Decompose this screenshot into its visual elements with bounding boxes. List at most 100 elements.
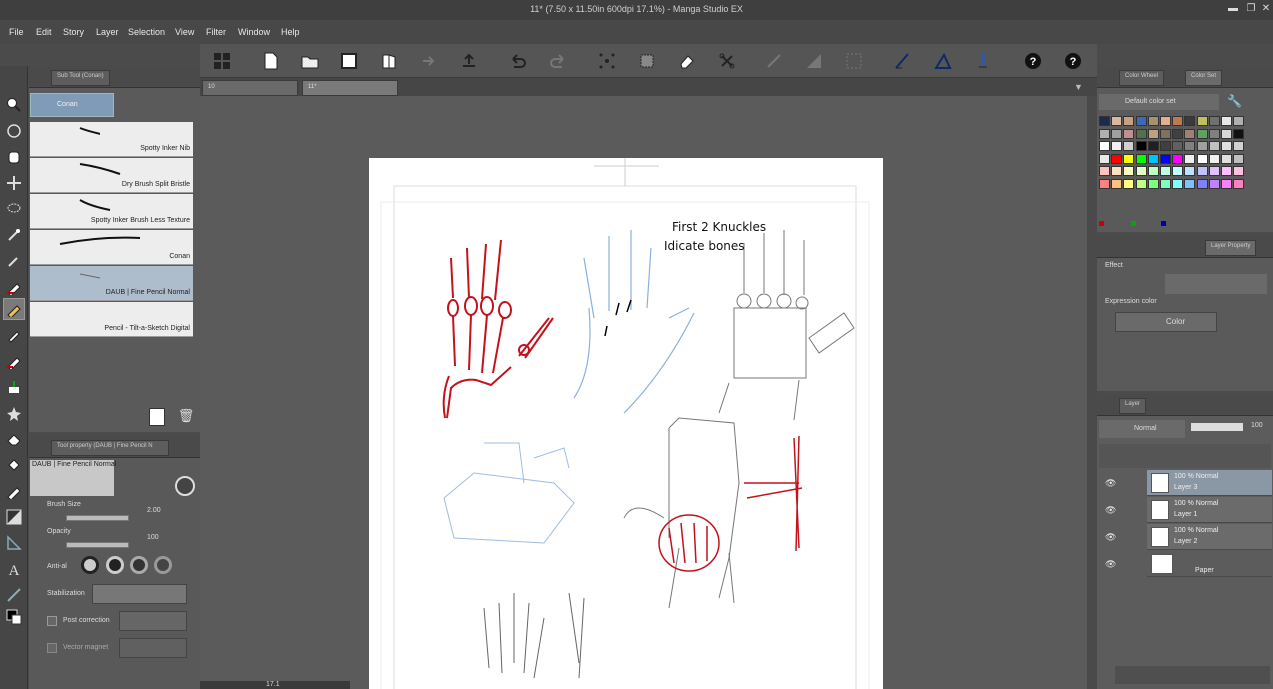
layer-opacity-slider[interactable]: [1191, 423, 1243, 431]
close-icon[interactable]: ✕: [1259, 3, 1273, 15]
minimize-icon[interactable]: ▬: [1226, 3, 1240, 15]
export-icon[interactable]: [418, 51, 440, 71]
selection-icon[interactable]: [636, 51, 658, 71]
menu-help[interactable]: Help: [281, 27, 300, 37]
color-swatch[interactable]: [1135, 166, 1147, 176]
color-swatch[interactable]: [1123, 128, 1135, 139]
magnify-icon[interactable]: [175, 476, 195, 496]
brush-item[interactable]: Spotty Inker Nib: [30, 122, 193, 157]
layer-tab[interactable]: Layer: [1119, 398, 1147, 414]
color-swatch[interactable]: [1221, 141, 1232, 151]
menu-layer[interactable]: Layer: [96, 27, 119, 37]
color-swatch[interactable]: [1208, 153, 1220, 164]
tabs-dropdown-icon[interactable]: ▼: [1074, 82, 1083, 92]
color-swatch[interactable]: [1147, 166, 1159, 176]
canvas-page[interactable]: First 2 Knuckles Idicate bones: [369, 158, 883, 689]
fill-pen-icon[interactable]: [3, 480, 25, 502]
color-swatch[interactable]: [1135, 153, 1147, 164]
maximize-icon[interactable]: ❐: [1244, 3, 1258, 15]
ruler-icon[interactable]: [892, 51, 914, 71]
import-icon[interactable]: [458, 51, 480, 71]
color-swatch[interactable]: [1221, 116, 1232, 126]
color-swatch[interactable]: [1172, 153, 1184, 164]
color-swatch[interactable]: [1208, 128, 1220, 139]
pen-tool-icon[interactable]: [3, 276, 25, 298]
color-swatch[interactable]: [1160, 178, 1171, 189]
color-swatch[interactable]: [1208, 178, 1220, 189]
hand-tool-icon[interactable]: [3, 146, 25, 168]
gradient-icon[interactable]: [3, 506, 25, 528]
menu-edit[interactable]: Edit: [36, 27, 52, 37]
color-swatch[interactable]: [1221, 128, 1232, 139]
info-help-icon[interactable]: ?: [1062, 51, 1084, 71]
eye-icon[interactable]: 👁: [1105, 532, 1117, 544]
antialias-strong[interactable]: [154, 556, 172, 574]
save-icon[interactable]: [338, 51, 360, 71]
doc-tab-active[interactable]: 11*: [302, 80, 398, 96]
color-swatch[interactable]: [1184, 178, 1196, 189]
lasso-tool-icon[interactable]: [3, 198, 25, 220]
opacity-slider[interactable]: [66, 542, 129, 548]
color-swatch[interactable]: [1147, 128, 1159, 139]
color-swatch[interactable]: [1147, 153, 1159, 164]
color-swatch[interactable]: [1233, 128, 1245, 139]
eraser-tool-icon[interactable]: [3, 428, 25, 450]
color-swatch[interactable]: [1221, 153, 1232, 164]
magic-wand-icon[interactable]: [3, 224, 25, 246]
antialias-medium[interactable]: [130, 556, 148, 574]
blend-tool-icon[interactable]: [3, 402, 25, 424]
color-swatch[interactable]: [1233, 178, 1245, 189]
wrench-icon[interactable]: 🔧: [1227, 94, 1245, 110]
color-swatch[interactable]: [1221, 166, 1232, 176]
color-swatch[interactable]: [1135, 116, 1147, 126]
color-swatch[interactable]: [1123, 178, 1135, 189]
color-swatch[interactable]: [1233, 166, 1245, 176]
grid-icon[interactable]: [843, 51, 865, 71]
color-swatch[interactable]: [1147, 116, 1159, 126]
menu-story[interactable]: Story: [63, 27, 84, 37]
fill-bucket-icon[interactable]: [3, 454, 25, 476]
trash-icon[interactable]: 🗑: [177, 408, 195, 426]
color-swatch-icon[interactable]: [3, 606, 25, 628]
brush-tool-icon[interactable]: [3, 324, 25, 346]
menu-selection[interactable]: Selection: [128, 27, 165, 37]
color-swatch[interactable]: [1208, 166, 1220, 176]
pencil-tool-icon[interactable]: [3, 298, 25, 320]
layer-row[interactable]: 100 % Normal Layer 3: [1147, 470, 1272, 496]
transform-icon[interactable]: [596, 51, 618, 71]
color-swatch[interactable]: [1111, 166, 1123, 176]
fill-tool-icon[interactable]: [803, 51, 825, 71]
color-swatch[interactable]: [1135, 128, 1147, 139]
balloon-tool-icon[interactable]: [3, 584, 25, 606]
color-swatch[interactable]: [1135, 178, 1147, 189]
antialias-none[interactable]: [81, 556, 99, 574]
color-swatch[interactable]: [1111, 116, 1123, 126]
crop-icon[interactable]: [716, 51, 738, 71]
color-swatch[interactable]: [1111, 128, 1123, 139]
color-swatch[interactable]: [1196, 166, 1208, 176]
eye-icon[interactable]: 👁: [1105, 505, 1117, 517]
move-tool-icon[interactable]: [3, 172, 25, 194]
color-swatch[interactable]: [1196, 116, 1208, 126]
color-set-tab[interactable]: Color Set: [1185, 70, 1223, 86]
color-swatch[interactable]: [1160, 166, 1171, 176]
color-swatch[interactable]: [1123, 141, 1135, 151]
effect-buttons[interactable]: [1165, 274, 1267, 294]
color-swatch[interactable]: [1160, 116, 1171, 126]
color-swatch[interactable]: [1184, 141, 1196, 151]
brush-item[interactable]: Dry Brush Split Bristle: [30, 158, 193, 193]
vector-magnet-slider[interactable]: [119, 638, 187, 658]
color-swatch[interactable]: [1111, 178, 1123, 189]
disabled-tool-icon[interactable]: [763, 51, 785, 71]
color-swatch[interactable]: [1184, 128, 1196, 139]
eyedropper-icon[interactable]: [3, 250, 25, 272]
color-swatch[interactable]: [1123, 166, 1135, 176]
eraser-icon[interactable]: [676, 51, 698, 71]
doc-tab[interactable]: 10: [202, 80, 298, 96]
color-swatch[interactable]: [1160, 153, 1171, 164]
undo-icon[interactable]: [507, 51, 529, 71]
help-icon[interactable]: ?: [1022, 51, 1044, 71]
brush-item[interactable]: Conan: [30, 230, 193, 265]
post-correction-checkbox[interactable]: [47, 616, 57, 626]
open-folder-icon[interactable]: [299, 51, 321, 71]
